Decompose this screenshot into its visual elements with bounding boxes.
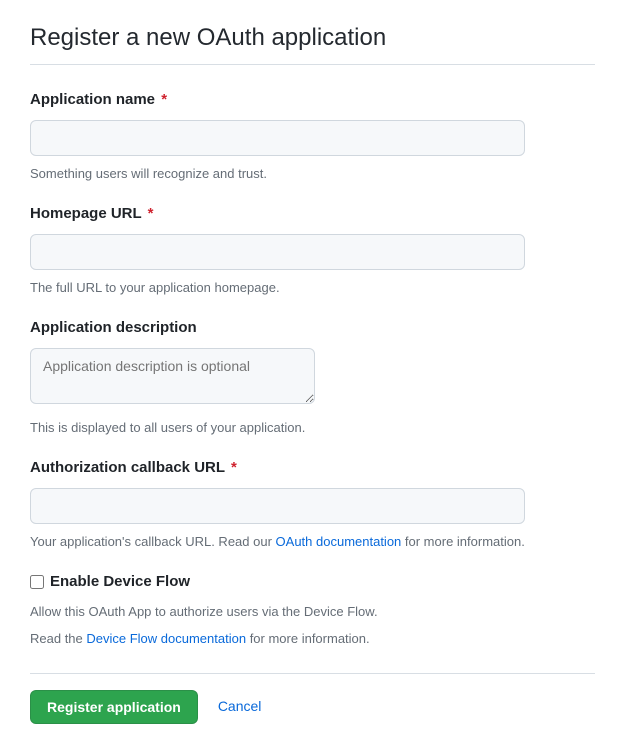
homepage-url-hint: The full URL to your application homepag… (30, 278, 595, 298)
field-group-app-name: Application name * Something users will … (30, 89, 595, 183)
required-asterisk-icon: * (231, 459, 237, 476)
device-flow-hint-line1: Allow this OAuth App to authorize users … (30, 602, 595, 622)
description-textarea[interactable] (30, 348, 315, 404)
app-name-label-text: Application name (30, 91, 155, 108)
cancel-link[interactable]: Cancel (218, 696, 262, 717)
field-group-description: Application description This is displaye… (30, 317, 595, 437)
device-flow-documentation-link[interactable]: Device Flow documentation (86, 631, 246, 646)
callback-url-input[interactable] (30, 488, 525, 524)
field-group-homepage-url: Homepage URL * The full URL to your appl… (30, 203, 595, 297)
device-flow-checkbox-row: Enable Device Flow (30, 571, 595, 594)
callback-url-label-text: Authorization callback URL (30, 459, 225, 476)
homepage-url-input[interactable] (30, 234, 525, 270)
app-name-input[interactable] (30, 120, 525, 156)
description-hint: This is displayed to all users of your a… (30, 418, 595, 438)
required-asterisk-icon: * (161, 91, 167, 108)
callback-url-hint: Your application's callback URL. Read ou… (30, 532, 595, 552)
device-flow-hint2-prefix: Read the (30, 631, 86, 646)
device-flow-checkbox[interactable] (30, 575, 44, 589)
required-asterisk-icon: * (148, 205, 154, 222)
callback-hint-prefix: Your application's callback URL. Read ou… (30, 534, 276, 549)
callback-hint-suffix: for more information. (401, 534, 525, 549)
page-title: Register a new OAuth application (30, 20, 595, 65)
app-name-hint: Something users will recognize and trust… (30, 164, 595, 184)
device-flow-hint2-suffix: for more information. (246, 631, 370, 646)
app-name-label: Application name * (30, 89, 595, 112)
field-group-device-flow: Enable Device Flow Allow this OAuth App … (30, 571, 595, 649)
oauth-registration-form: Application name * Something users will … (30, 89, 595, 724)
device-flow-hint-line2: Read the Device Flow documentation for m… (30, 629, 595, 649)
homepage-url-label-text: Homepage URL (30, 205, 141, 222)
oauth-documentation-link[interactable]: OAuth documentation (276, 534, 402, 549)
homepage-url-label: Homepage URL * (30, 203, 595, 226)
description-label: Application description (30, 317, 595, 340)
field-group-callback-url: Authorization callback URL * Your applic… (30, 457, 595, 551)
form-actions: Register application Cancel (30, 673, 595, 724)
callback-url-label: Authorization callback URL * (30, 457, 595, 480)
device-flow-label: Enable Device Flow (50, 571, 190, 594)
